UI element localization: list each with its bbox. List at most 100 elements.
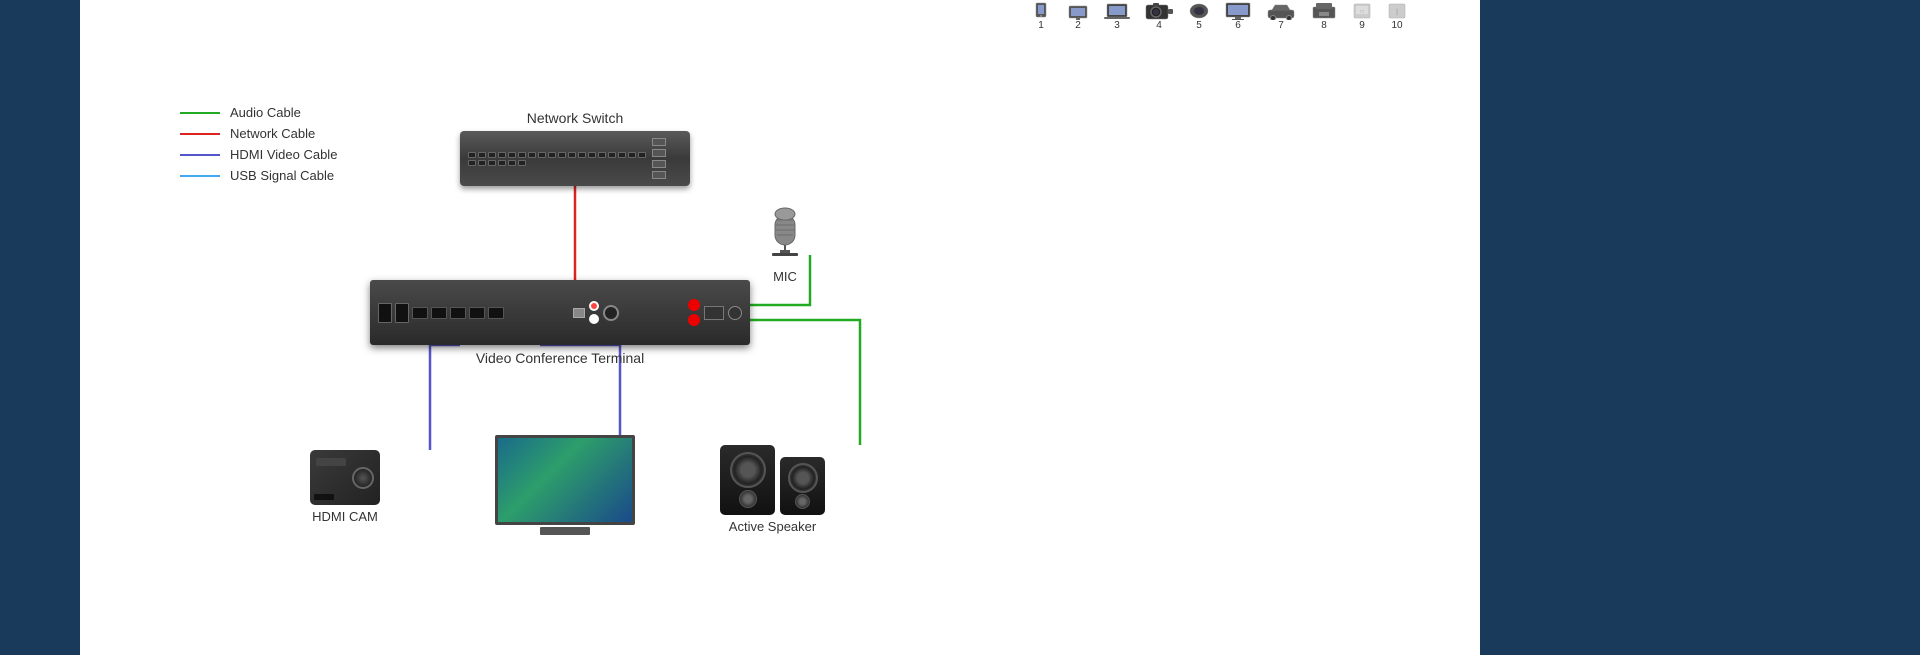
device-1: 1 bbox=[1030, 2, 1052, 31]
indicator-2 bbox=[688, 314, 700, 326]
device-2-icon bbox=[1067, 2, 1089, 20]
switch-sfp-ports bbox=[652, 135, 682, 182]
switch-port bbox=[518, 152, 526, 158]
left-panel bbox=[0, 0, 80, 655]
switch-port bbox=[478, 160, 486, 166]
xlr-port bbox=[603, 305, 619, 321]
switch-port bbox=[518, 160, 526, 166]
switch-port bbox=[508, 152, 516, 158]
cam-body bbox=[310, 450, 380, 505]
device-10-label: 10 bbox=[1391, 20, 1402, 31]
usb-port bbox=[378, 303, 392, 323]
speaker-woofer-2 bbox=[788, 463, 818, 493]
switch-port bbox=[598, 152, 606, 158]
speaker-body-right bbox=[780, 457, 825, 515]
device-8: 8 bbox=[1311, 2, 1337, 31]
device-7-label: 7 bbox=[1278, 20, 1284, 31]
switch-port bbox=[528, 152, 536, 158]
switch-port bbox=[628, 152, 636, 158]
device-2: 2 bbox=[1067, 2, 1089, 31]
device-3-icon bbox=[1104, 2, 1130, 20]
hdmi-cam: HDMI CAM bbox=[310, 450, 380, 524]
display-screen bbox=[498, 438, 632, 522]
hdmi-port bbox=[469, 307, 485, 319]
usb-port bbox=[395, 303, 409, 323]
rca-port-white bbox=[589, 314, 599, 324]
network-switch: Network Switch bbox=[460, 110, 690, 186]
mic-icon bbox=[760, 200, 810, 260]
switch-ports bbox=[468, 152, 652, 166]
hdmi-cable-line bbox=[180, 154, 220, 156]
switch-port bbox=[508, 160, 516, 166]
switch-port bbox=[608, 152, 616, 158]
svg-text:|: | bbox=[1396, 9, 1398, 16]
device-6-label: 6 bbox=[1235, 20, 1241, 31]
switch-port bbox=[568, 152, 576, 158]
speaker-tweeter bbox=[739, 490, 757, 508]
display-body bbox=[495, 435, 635, 525]
switch-port bbox=[548, 152, 556, 158]
vct-left-ports bbox=[378, 303, 504, 323]
diagram: Network Switch bbox=[280, 60, 980, 650]
device-10-icon: | bbox=[1387, 2, 1407, 20]
right-panel bbox=[1480, 0, 1920, 655]
switch-port bbox=[478, 152, 486, 158]
device-1-icon bbox=[1030, 2, 1052, 20]
hdmi-port bbox=[431, 307, 447, 319]
device-2-label: 2 bbox=[1075, 20, 1081, 31]
top-device-strip: 1 2 3 bbox=[1030, 2, 1407, 31]
sfp-port bbox=[652, 149, 666, 157]
switch-port bbox=[468, 160, 476, 166]
switch-port bbox=[538, 152, 546, 158]
switch-port bbox=[638, 152, 646, 158]
svg-text:□: □ bbox=[1360, 9, 1363, 15]
sfp-port bbox=[652, 171, 666, 179]
display-stand bbox=[540, 527, 590, 535]
switch-port bbox=[468, 152, 476, 158]
hdmi-port bbox=[488, 307, 504, 319]
switch-port bbox=[618, 152, 626, 158]
device-9-label: 9 bbox=[1359, 20, 1365, 31]
vct-device bbox=[370, 280, 750, 345]
vct-middle-ports bbox=[509, 301, 683, 324]
mic-label: MIC bbox=[760, 269, 810, 284]
usb-cable-line bbox=[180, 175, 220, 177]
speaker-label: Active Speaker bbox=[720, 519, 825, 534]
switch-port bbox=[488, 160, 496, 166]
switch-port bbox=[488, 152, 496, 158]
network-switch-label: Network Switch bbox=[460, 110, 690, 126]
device-7: 7 bbox=[1266, 2, 1296, 31]
mic: MIC bbox=[760, 200, 810, 284]
cam-top bbox=[316, 458, 346, 466]
switch-port bbox=[498, 152, 506, 158]
vga-port bbox=[704, 306, 724, 320]
sfp-port bbox=[652, 138, 666, 146]
device-3: 3 bbox=[1104, 2, 1130, 31]
switch-port bbox=[558, 152, 566, 158]
device-10: | 10 bbox=[1387, 2, 1407, 31]
active-speaker: Active Speaker bbox=[720, 445, 825, 534]
switch-port bbox=[578, 152, 586, 158]
hdmi-port bbox=[412, 307, 428, 319]
main-content: 1 2 3 bbox=[80, 0, 1480, 655]
speaker-pair bbox=[720, 445, 825, 515]
device-3-label: 3 bbox=[1114, 20, 1120, 31]
switch-port bbox=[498, 160, 506, 166]
device-5-label: 5 bbox=[1196, 20, 1202, 31]
device-8-label: 8 bbox=[1321, 20, 1327, 31]
device-6-icon bbox=[1225, 2, 1251, 20]
hdmi-port bbox=[450, 307, 466, 319]
rj45-port bbox=[573, 308, 585, 318]
device-7-icon bbox=[1266, 2, 1296, 20]
device-8-icon bbox=[1311, 2, 1337, 20]
device-4: 4 bbox=[1145, 2, 1173, 31]
audio-cable-line bbox=[180, 112, 220, 114]
vct-label: Video Conference Terminal bbox=[370, 350, 750, 366]
cam-bottom bbox=[314, 494, 334, 500]
device-4-label: 4 bbox=[1156, 20, 1162, 31]
device-5: 5 bbox=[1188, 2, 1210, 31]
cam-lens bbox=[352, 467, 374, 489]
device-4-icon bbox=[1145, 2, 1173, 20]
rca-port-red bbox=[589, 301, 599, 311]
network-switch-device bbox=[460, 131, 690, 186]
